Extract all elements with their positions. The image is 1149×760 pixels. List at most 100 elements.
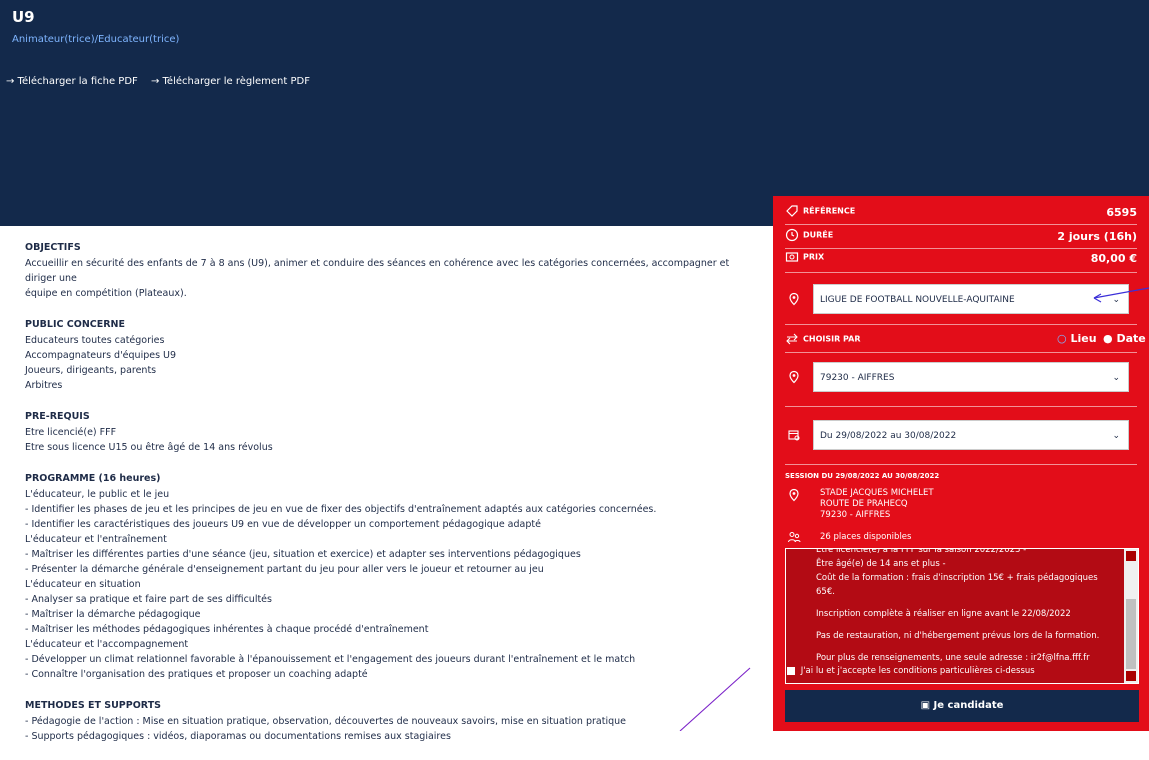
clock-icon xyxy=(785,228,799,242)
location-pin-icon xyxy=(789,488,799,502)
scrollbar-thumb[interactable] xyxy=(1126,599,1136,669)
divider xyxy=(785,272,1137,273)
divider xyxy=(785,352,1137,353)
prix-row: PRIX 80,00 € xyxy=(785,250,1137,270)
download-reglement-link[interactable]: → Télécharger le règlement PDF xyxy=(151,76,310,87)
conditions-scrollbar[interactable] xyxy=(1124,549,1138,683)
radio-date-label: Date xyxy=(1116,332,1146,345)
calendar-search-icon xyxy=(788,430,800,441)
section-line: L'éducateur en situation xyxy=(25,579,141,590)
session-title: SESSION DU 29/08/2022 AU 30/08/2022 xyxy=(785,472,940,480)
section-line: Educateurs toutes catégories xyxy=(25,335,165,346)
conditions-line xyxy=(816,643,1116,651)
location-pin-icon xyxy=(789,370,799,384)
page-subtitle: Animateur(trice)/Educateur(trice) xyxy=(12,34,180,45)
section-programme: PROGRAMME (16 heures) L'éducateur, le pu… xyxy=(25,471,755,682)
conditions-line: Coût de la formation : frais d'inscripti… xyxy=(816,573,1098,597)
je-candidate-button[interactable]: ▣ Je candidate xyxy=(785,690,1139,722)
page-header: U9 Animateur(trice)/Educateur(trice) → T… xyxy=(0,0,1149,226)
divider xyxy=(785,464,1137,465)
people-icon xyxy=(788,532,801,543)
section-line: - Présenter la démarche générale d'ensei… xyxy=(25,564,544,575)
date-select[interactable]: Du 29/08/2022 au 30/08/2022 ⌄ xyxy=(813,420,1129,450)
lieu-select[interactable]: 79230 - AIFFRES ⌄ xyxy=(813,362,1129,392)
section-line: L'éducateur et l'accompagnement xyxy=(25,639,189,650)
section-prerequis: PRE-REQUIS Etre licencié(e) FFF Etre sou… xyxy=(25,409,755,455)
section-line: Etre sous licence U15 ou être âgé de 14 … xyxy=(25,442,273,453)
location-pin-icon xyxy=(789,292,799,306)
conditions-box[interactable]: Etre licencié(e) à la FFF sur la saison … xyxy=(785,548,1139,684)
section-line: - Développer un climat relationnel favor… xyxy=(25,654,636,665)
section-line: L'éducateur, le public et le jeu xyxy=(25,489,170,500)
conditions-line: Pour plus de renseignements, une seule a… xyxy=(816,653,1090,663)
radio-date-dot-icon: ● xyxy=(1103,332,1113,345)
conditions-line: Inscription complète à réaliser en ligne… xyxy=(816,609,1071,619)
swap-arrows-icon xyxy=(785,332,799,346)
chevron-down-icon: ⌄ xyxy=(1112,431,1120,441)
registration-panel: RÉFÉRENCE 6595 DURÉE 2 jours (16h) PRIX … xyxy=(773,196,1149,731)
price-icon xyxy=(785,250,799,264)
section-line: - Connaître l'organisation des pratiques… xyxy=(25,669,368,680)
accept-conditions[interactable]: J'ai lu et j'accepte les conditions part… xyxy=(787,666,1035,676)
conditions-line: Etre licencié(e) à la FFF sur la saison … xyxy=(816,548,1027,555)
section-line: Joueurs, dirigeants, parents xyxy=(25,365,157,376)
divider xyxy=(785,248,1137,249)
chevron-down-icon: ⌄ xyxy=(1112,295,1120,305)
places-disponibles: 26 places disponibles xyxy=(820,532,912,542)
divider xyxy=(785,224,1137,225)
download-fiche-link[interactable]: → Télécharger la fiche PDF xyxy=(6,76,138,87)
duree-row: DURÉE 2 jours (16h) xyxy=(785,228,1137,248)
radio-date[interactable]: ● Date xyxy=(1103,332,1146,345)
reference-row: RÉFÉRENCE 6595 xyxy=(785,204,1137,224)
accept-checkbox[interactable] xyxy=(787,666,795,675)
section-objectifs: OBJECTIFS Accueillir en sécurité des enf… xyxy=(25,240,755,301)
accept-label: J'ai lu et j'accepte les conditions part… xyxy=(800,666,1035,676)
section-line: - Maîtriser les méthodes pédagogiques in… xyxy=(25,624,429,635)
prix-label: PRIX xyxy=(803,252,825,262)
divider xyxy=(785,406,1137,407)
lieu-select-value: 79230 - AIFFRES xyxy=(820,373,895,383)
reference-label: RÉFÉRENCE xyxy=(803,206,856,216)
section-public: PUBLIC CONCERNE Educateurs toutes catégo… xyxy=(25,317,755,393)
download-links: → Télécharger la fiche PDF → Télécharger… xyxy=(6,76,320,87)
date-select-value: Du 29/08/2022 au 30/08/2022 xyxy=(820,431,957,441)
section-line: Accueillir en sécurité des enfants de 7 … xyxy=(25,258,730,284)
conditions-line xyxy=(816,621,1116,629)
address-line: STADE JACQUES MICHELET xyxy=(820,488,934,498)
section-line: - Maîtriser les différentes parties d'un… xyxy=(25,549,581,560)
section-line: - Maîtriser la démarche pédagogique xyxy=(25,609,201,620)
section-line: équipe en compétition (Plateaux). xyxy=(25,288,187,299)
address-line: 79230 - AIFFRES xyxy=(820,510,891,520)
scroll-down-icon[interactable] xyxy=(1126,671,1136,681)
radio-lieu-dot-icon: ○ xyxy=(1057,332,1067,345)
section-line: Arbitres xyxy=(25,380,63,391)
section-line: - Identifier les caractéristiques des jo… xyxy=(25,519,541,530)
reference-value: 6595 xyxy=(1106,206,1137,219)
je-candidate-label: Je candidate xyxy=(933,700,1004,711)
ligue-select-value: LIGUE DE FOOTBALL NOUVELLE-AQUITAINE xyxy=(820,295,1015,305)
choisir-par-label: CHOISIR PAR xyxy=(803,334,861,344)
ligue-select[interactable]: LIGUE DE FOOTBALL NOUVELLE-AQUITAINE ⌄ xyxy=(813,284,1129,314)
tag-icon xyxy=(785,204,799,218)
page-title: U9 xyxy=(12,8,35,26)
conditions-line: Pas de restauration, ni d'hébergement pr… xyxy=(816,631,1100,641)
duree-value: 2 jours (16h) xyxy=(1057,230,1137,243)
section-title: PUBLIC CONCERNE xyxy=(25,319,126,330)
conditions-line: Être âgé(e) de 14 ans et plus - xyxy=(816,559,946,569)
session-address: STADE JACQUES MICHELET ROUTE DE PRAHECQ … xyxy=(820,488,934,521)
section-line: Accompagnateurs d'équipes U9 xyxy=(25,350,177,361)
section-line: - Pédagogie de l'action : Mise en situat… xyxy=(25,716,626,727)
section-title: METHODES ET SUPPORTS xyxy=(25,700,162,711)
divider xyxy=(785,324,1137,325)
section-title: PROGRAMME (16 heures) xyxy=(25,473,161,484)
duree-label: DURÉE xyxy=(803,230,834,240)
scroll-up-icon[interactable] xyxy=(1126,551,1136,561)
section-line: - Identifier les phases de jeu et les pr… xyxy=(25,504,657,515)
section-line: - Supports pédagogiques : vidéos, diapor… xyxy=(25,731,451,742)
chevron-down-icon: ⌄ xyxy=(1112,373,1120,383)
prix-value: 80,00 € xyxy=(1090,252,1137,265)
section-title: OBJECTIFS xyxy=(25,242,81,253)
radio-lieu[interactable]: ○ Lieu xyxy=(1057,332,1097,345)
formation-description: OBJECTIFS Accueillir en sécurité des enf… xyxy=(25,240,755,760)
conditions-line xyxy=(816,599,1116,607)
